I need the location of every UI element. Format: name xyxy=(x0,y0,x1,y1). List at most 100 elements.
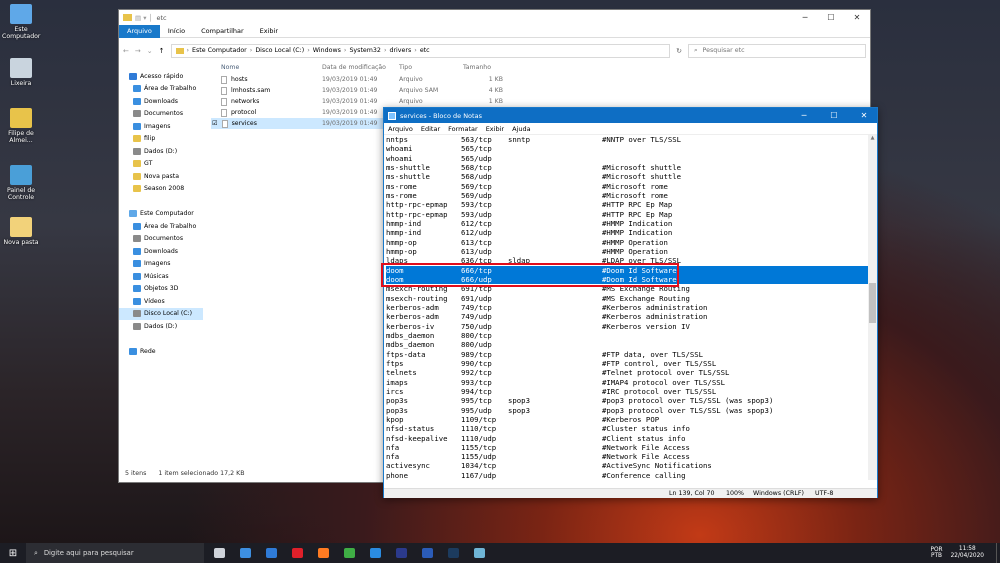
nav-item[interactable]: Documentos xyxy=(119,108,203,121)
breadcrumb-item[interactable]: drivers xyxy=(389,47,411,54)
column-header-4[interactable]: Tamanho xyxy=(463,64,503,71)
notepad-menu-item[interactable]: Ajuda xyxy=(508,125,534,133)
file-row[interactable]: hosts 19/03/2019 01:49 Arquivo 1 KB xyxy=(211,74,611,85)
back-icon[interactable]: ← xyxy=(123,47,129,55)
nav-item[interactable]: Acesso rápido xyxy=(119,70,203,83)
photoshop-icon[interactable] xyxy=(391,543,411,563)
opera-icon[interactable] xyxy=(287,543,307,563)
notepad-menu-item[interactable]: Formatar xyxy=(444,125,482,133)
firefox-icon[interactable] xyxy=(313,543,333,563)
nav-item[interactable]: Músicas xyxy=(119,270,203,283)
chevron-down-icon[interactable]: ⌄ xyxy=(147,47,153,55)
quick-access-toolbar[interactable]: ▤ ▾ │ xyxy=(135,14,152,22)
nav-item[interactable]: Este Computador xyxy=(119,208,203,221)
nav-item[interactable]: Objetos 3D xyxy=(119,283,203,296)
text-line: kerberos-adm 749/udp #Kerberos administrat… xyxy=(386,312,869,321)
maximize-icon[interactable]: ☐ xyxy=(818,13,844,22)
desktop-icon[interactable]: Filipe de Almei... xyxy=(2,108,40,144)
refresh-icon[interactable]: ↻ xyxy=(676,47,682,55)
desktop-icon[interactable]: Este Computador xyxy=(2,4,40,40)
breadcrumb-arrow-icon: › xyxy=(307,47,310,54)
language-indicator[interactable]: POR PTB xyxy=(930,547,942,560)
nav-item[interactable]: Documentos xyxy=(119,233,203,246)
maximize-icon[interactable]: ☐ xyxy=(821,111,847,120)
nav-item[interactable]: Imagens xyxy=(119,120,203,133)
file-row[interactable]: lmhosts.sam 19/03/2019 01:49 Arquivo SAM 4 … xyxy=(211,85,611,96)
nav-item[interactable]: Vídeos xyxy=(119,295,203,308)
breadcrumb-arrow-icon: › xyxy=(414,47,417,54)
app-11-icon[interactable] xyxy=(469,543,489,563)
nav-item[interactable]: Disco Local (C:) xyxy=(119,307,203,320)
up-icon[interactable]: ↑ xyxy=(159,47,165,55)
scrollbar-thumb[interactable] xyxy=(869,283,876,323)
ribbon-tab[interactable]: Arquivo xyxy=(119,24,160,38)
column-header-1[interactable]: Nome xyxy=(211,64,322,71)
nav-item-label: Acesso rápido xyxy=(140,72,184,80)
nav-item[interactable]: Dados (D:) xyxy=(119,145,203,158)
nav-item-icon xyxy=(129,72,137,80)
mail-icon[interactable] xyxy=(261,543,281,563)
forward-icon[interactable]: → xyxy=(135,47,141,55)
minimize-icon[interactable]: ─ xyxy=(792,13,818,22)
desktop-icon[interactable]: Lixeira xyxy=(2,58,40,87)
minimize-icon[interactable]: ─ xyxy=(791,111,817,120)
notepad-menu-item[interactable]: Arquivo xyxy=(384,125,417,133)
text-col-3 xyxy=(508,424,602,433)
nav-item[interactable]: filip xyxy=(119,133,203,146)
nav-item[interactable]: Season 2008 xyxy=(119,183,203,196)
notepad-menu-item[interactable]: Editar xyxy=(417,125,444,133)
steam-icon[interactable] xyxy=(443,543,463,563)
desktop-icon[interactable]: Nova pasta xyxy=(2,217,40,246)
nav-item[interactable]: Nova pasta xyxy=(119,170,203,183)
nav-item[interactable]: Área de Trabalho xyxy=(119,83,203,96)
text-col-2: 1167/udp xyxy=(461,470,497,480)
breadcrumb-item[interactable]: System32 xyxy=(349,47,381,54)
text-col-4: #pop3 protocol over TLS/SSL (was spop3) xyxy=(602,405,774,415)
ribbon-tab[interactable]: Início xyxy=(160,25,193,38)
task-view-icon[interactable] xyxy=(209,543,229,563)
nav-item[interactable]: GT xyxy=(119,158,203,171)
taskbar-search[interactable]: ⌕ Digite aqui para pesquisar xyxy=(26,543,204,563)
breadcrumb-item[interactable]: Windows xyxy=(313,47,341,54)
nav-item[interactable]: Rede xyxy=(119,345,203,358)
cursor-position: Ln 139, Col 70 xyxy=(669,490,715,497)
text-col-1: http-rpc-epmap xyxy=(386,209,448,219)
text-col-1: hmmp-op xyxy=(386,246,417,256)
nav-item[interactable]: Área de Trabalho xyxy=(119,220,203,233)
search-input[interactable]: ⌕ Pesquisar etc xyxy=(688,43,866,58)
column-header-2[interactable]: Data de modificação xyxy=(322,64,399,71)
ribbon-tab[interactable]: Compartilhar xyxy=(193,25,252,38)
nav-item[interactable]: Dados (D:) xyxy=(119,320,203,333)
windows-start-icon[interactable]: ⊞ xyxy=(0,548,26,559)
show-desktop[interactable] xyxy=(996,543,1000,563)
breadcrumb-item[interactable]: etc xyxy=(420,47,430,54)
checkbox-icon[interactable]: ☑ xyxy=(212,120,218,127)
close-icon[interactable]: ✕ xyxy=(844,13,870,22)
nav-item[interactable]: Imagens xyxy=(119,258,203,271)
close-icon[interactable]: ✕ xyxy=(851,111,877,120)
vscode-icon[interactable] xyxy=(365,543,385,563)
text-col-3 xyxy=(508,350,602,359)
nav-item[interactable]: Downloads xyxy=(119,245,203,258)
text-editor[interactable]: nntps 563/tcp snntp #NNTP over TLS/SSL whoam… xyxy=(384,135,869,480)
app-2-icon[interactable] xyxy=(235,543,255,563)
text-col-2: 1110/udp xyxy=(461,433,497,443)
breadcrumb-item[interactable]: Disco Local (C:) xyxy=(255,47,304,54)
ribbon-tab[interactable]: Exibir xyxy=(252,25,286,38)
text-line: phone 1167/udp #Conference calling xyxy=(386,471,869,480)
file-row[interactable]: networks 19/03/2019 01:49 Arquivo 1 KB xyxy=(211,96,611,107)
word-icon[interactable] xyxy=(417,543,437,563)
breadcrumb-item[interactable]: Este Computador xyxy=(192,47,247,54)
text-col-2: 1109/tcp xyxy=(461,414,497,424)
text-line: nfsd-keepalive 1110/udp #Client status inf… xyxy=(386,434,869,443)
scroll-up-icon[interactable]: ▲ xyxy=(868,135,877,141)
app-6-icon[interactable] xyxy=(339,543,359,563)
text-col-3: spop3 xyxy=(508,396,530,406)
nav-item[interactable]: Downloads xyxy=(119,95,203,108)
column-header-3[interactable]: Tipo xyxy=(399,64,463,71)
desktop-icon[interactable]: Painel de Controle xyxy=(2,165,40,201)
clock[interactable]: 11:58 22/04/2020 xyxy=(951,546,984,560)
text-col-3 xyxy=(508,303,602,312)
breadcrumb[interactable]: › Este Computador › Disco Local (C:) › Window… xyxy=(170,43,671,58)
notepad-menu-item[interactable]: Exibir xyxy=(482,125,508,133)
